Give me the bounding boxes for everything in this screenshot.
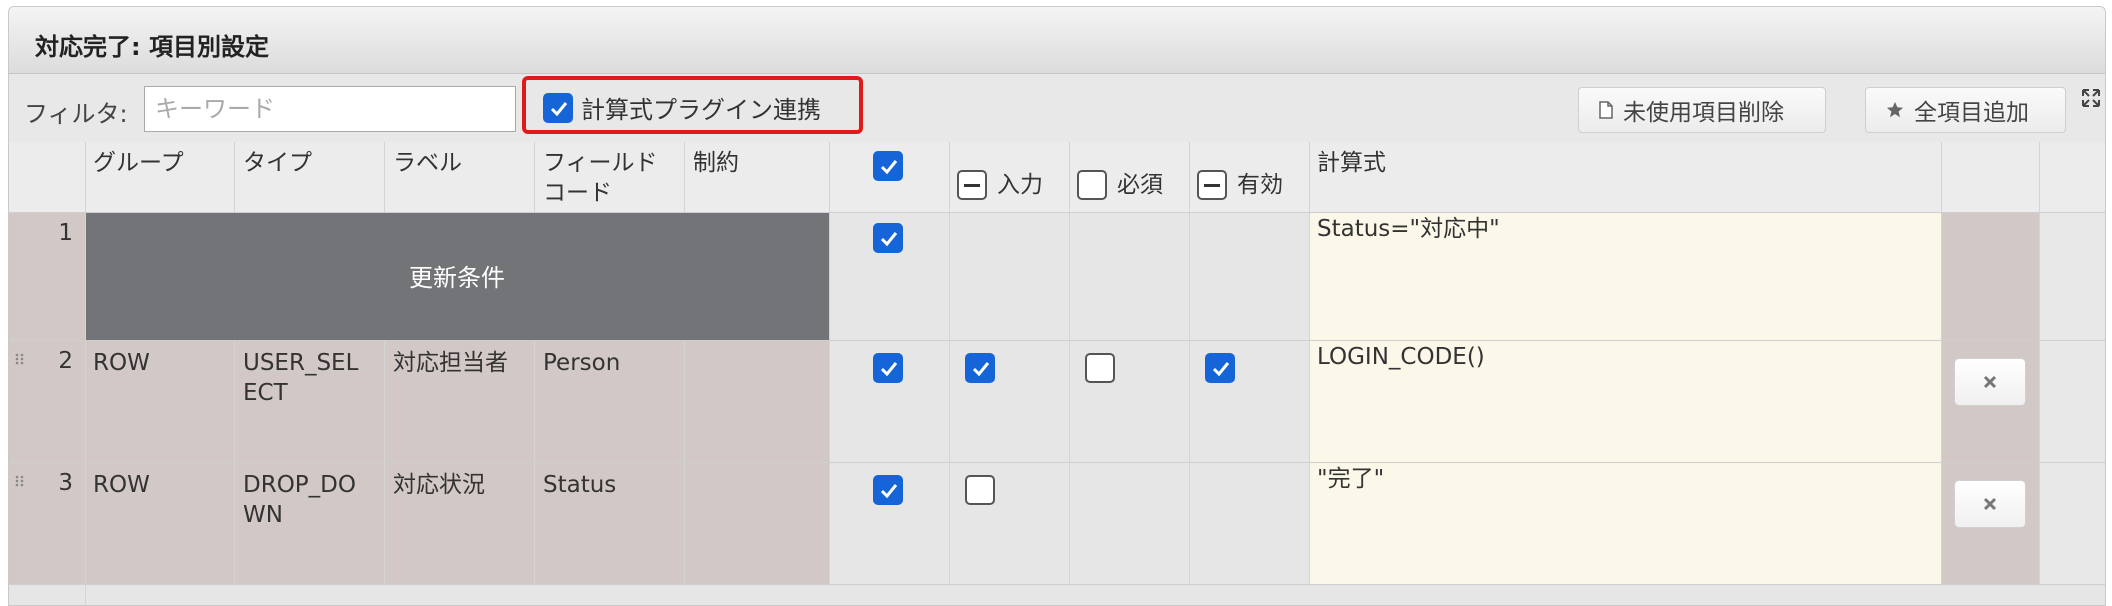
required-cell <box>1085 352 1115 383</box>
type-line1: DROP_DO <box>243 472 356 498</box>
field-code-line1: フィールド <box>543 150 658 176</box>
input-header-label: 入力 <box>997 172 1043 198</box>
column-header-field-code[interactable]: フィールド コード <box>543 148 658 218</box>
panel-title: 対応完了: 項目別設定 <box>35 33 269 61</box>
column-header-constraint[interactable]: 制約 <box>693 148 739 218</box>
filter-input[interactable] <box>144 86 516 132</box>
column-header-input[interactable]: 入力 <box>957 150 1043 220</box>
column-header-enabled[interactable]: 有効 <box>1197 150 1283 220</box>
type-line2: ECT <box>243 380 288 406</box>
toolbar: フィルタ: 計算式プラグイン連携 未使用項目削除 全項目追加 <box>9 74 2105 142</box>
calc-plugin-toggle[interactable]: 計算式プラグイン連携 <box>543 90 821 125</box>
type-cell: USER_SEL ECT <box>243 348 358 408</box>
row-number: 3 <box>58 470 73 496</box>
filter-label: フィルタ: <box>24 100 128 128</box>
enabled-checkbox[interactable] <box>1205 352 1235 383</box>
calc-plugin-label: 計算式プラグイン連携 <box>581 96 821 124</box>
formula-cell[interactable]: Status="対応中" <box>1317 214 1937 244</box>
enabled-all-checkbox[interactable] <box>1197 170 1227 200</box>
required-all-checkbox[interactable] <box>1077 170 1107 200</box>
group-cell: ROW <box>93 350 150 376</box>
field-code-line2: コード <box>543 180 612 206</box>
row-number: 1 <box>58 220 73 246</box>
delete-unused-label: 未使用項目削除 <box>1623 100 1784 126</box>
input-cell <box>965 352 995 383</box>
column-header-formula[interactable]: 計算式 <box>1317 148 1386 218</box>
close-icon <box>1983 497 1997 511</box>
required-checkbox[interactable] <box>1085 352 1115 383</box>
expand-icon[interactable] <box>2081 88 2101 108</box>
type-cell: DROP_DO WN <box>243 470 356 530</box>
row-select-checkbox[interactable] <box>873 474 903 505</box>
row-select-cell <box>873 474 903 505</box>
column-header-required[interactable]: 必須 <box>1077 150 1163 220</box>
row-select-checkbox[interactable] <box>873 222 903 253</box>
column-header-select-all[interactable] <box>873 150 903 220</box>
star-icon <box>1886 101 1904 118</box>
row-select-cell <box>873 352 903 383</box>
enabled-header-label: 有効 <box>1237 172 1283 198</box>
add-all-button[interactable]: 全項目追加 <box>1865 87 2066 133</box>
type-line1: USER_SEL <box>243 350 359 376</box>
formula-cell[interactable]: LOGIN_CODE() <box>1317 342 1937 372</box>
column-header-type[interactable]: タイプ <box>243 148 312 218</box>
document-icon <box>1599 101 1613 119</box>
type-line2: WN <box>243 502 283 528</box>
section-row-cell: 更新条件 <box>85 212 829 340</box>
field-code-cell: Status <box>543 472 617 498</box>
required-header-label: 必須 <box>1117 172 1163 198</box>
input-all-checkbox[interactable] <box>957 170 987 200</box>
row-number: 2 <box>58 348 73 374</box>
column-header-label[interactable]: ラベル <box>393 148 462 218</box>
title-bar: 対応完了: 項目別設定 <box>9 7 2105 74</box>
drag-handle-icon[interactable] <box>15 353 25 369</box>
fields-grid: 更新条件 グループ タイプ ラベル フィールド コード 制約 入力 必須 有効 … <box>9 142 2105 605</box>
column-header-group[interactable]: グループ <box>93 148 184 218</box>
input-checkbox[interactable] <box>965 352 995 383</box>
calc-plugin-checkbox[interactable] <box>543 92 573 123</box>
drag-handle-icon[interactable] <box>15 475 25 491</box>
delete-unused-button[interactable]: 未使用項目削除 <box>1578 87 1826 133</box>
remove-row-button[interactable] <box>1954 480 2026 528</box>
remove-row-button[interactable] <box>1954 358 2026 406</box>
input-checkbox[interactable] <box>965 474 995 505</box>
formula-cell[interactable]: "完了" <box>1317 464 1937 494</box>
field-code-cell: Person <box>543 350 621 376</box>
section-label: 更新条件 <box>409 264 505 292</box>
close-icon <box>1983 375 1997 389</box>
input-cell <box>965 474 995 505</box>
table-row <box>873 222 903 253</box>
select-all-checkbox[interactable] <box>873 150 903 181</box>
row-select-checkbox[interactable] <box>873 352 903 383</box>
label-cell: 対応担当者 <box>393 350 508 376</box>
label-cell: 対応状況 <box>393 472 485 498</box>
field-settings-panel: 対応完了: 項目別設定 フィルタ: 計算式プラグイン連携 未使用項目削除 全項目… <box>8 6 2106 606</box>
add-all-label: 全項目追加 <box>1914 100 2029 126</box>
group-cell: ROW <box>93 472 150 498</box>
enabled-cell <box>1205 352 1235 383</box>
